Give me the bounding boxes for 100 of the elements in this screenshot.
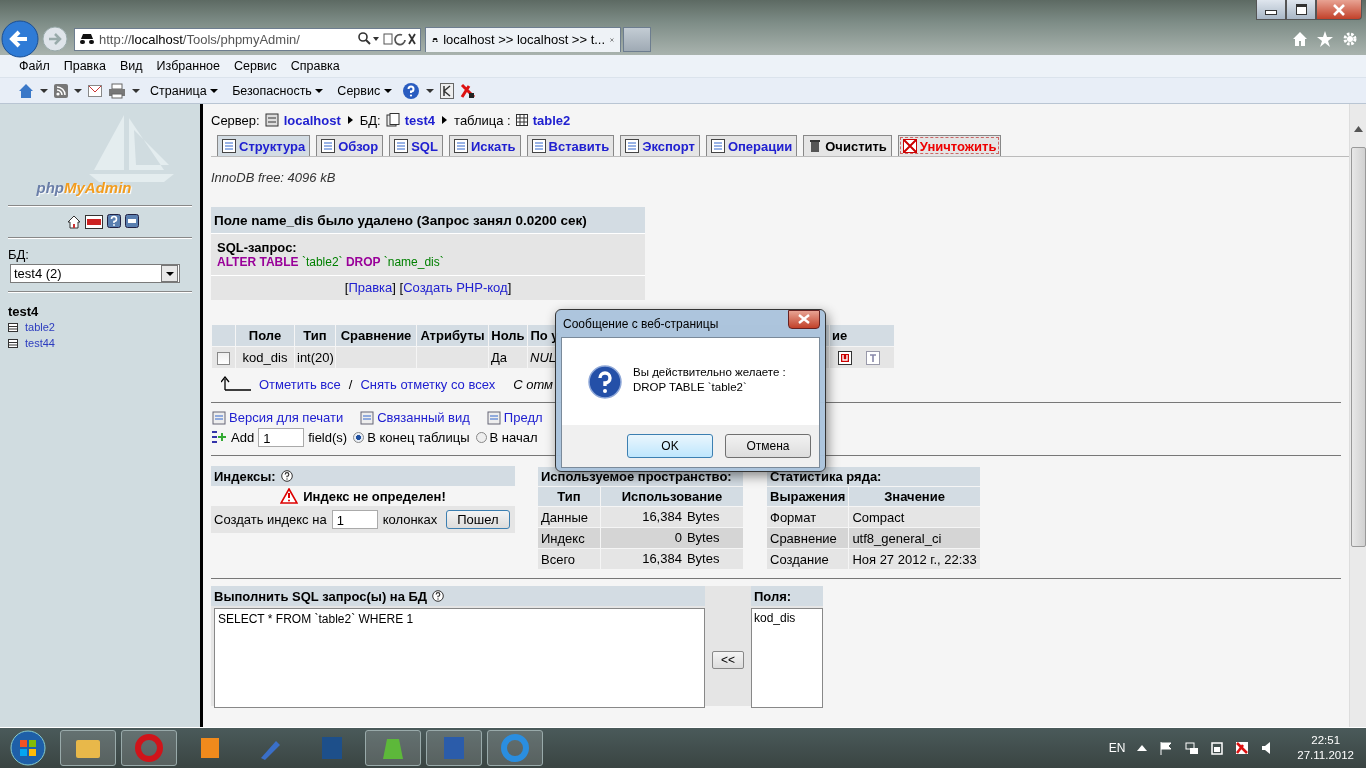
tab[interactable]: SQL — [389, 135, 443, 156]
caret-icon[interactable] — [74, 88, 82, 93]
help-icon[interactable] — [432, 590, 445, 602]
check-all-link[interactable]: Отметить все — [259, 376, 341, 392]
clock-date[interactable]: 27.11.2012 — [1297, 748, 1354, 763]
address-controls-icon[interactable] — [358, 32, 416, 46]
sql-help-icon[interactable] — [124, 214, 139, 230]
address-field[interactable]: http://localhost/Tools/phpmyAdmin/ — [74, 27, 421, 51]
minimize-button[interactable] — [1256, 0, 1286, 20]
settings-icon[interactable] — [1342, 31, 1358, 47]
radio-label[interactable]: В конец таблицы — [367, 429, 470, 445]
table-icon[interactable] — [8, 338, 18, 348]
scrollbar[interactable] — [1349, 104, 1366, 727]
scroll-up-icon[interactable] — [1353, 126, 1363, 132]
radio-button[interactable] — [353, 431, 365, 443]
insert-button[interactable]: << — [712, 651, 744, 669]
mail-icon[interactable] — [88, 84, 102, 97]
page-icon — [211, 410, 227, 425]
tab[interactable]: Искать — [448, 135, 521, 156]
table-link[interactable]: table2 — [25, 321, 55, 333]
menu-item[interactable]: Справка — [283, 59, 347, 73]
rss-icon[interactable] — [54, 83, 68, 98]
close-button[interactable] — [788, 309, 820, 329]
network-icon[interactable] — [1185, 741, 1200, 755]
menu-item[interactable]: Сервис — [226, 59, 284, 73]
radio-label[interactable]: В начал — [489, 429, 538, 445]
sql-textarea[interactable]: SELECT * FROM `table2` WHERE 1 — [214, 608, 705, 708]
tab[interactable]: Структура — [217, 135, 311, 156]
table-icon[interactable] — [8, 322, 18, 332]
table-link[interactable]: table2 — [532, 112, 571, 128]
uncheck-all-link[interactable]: Снять отметку со всех — [360, 376, 496, 392]
start-button[interactable] — [8, 728, 48, 768]
table-cell: Индекс — [538, 528, 600, 548]
page-link[interactable]: Версия для печати — [229, 410, 344, 425]
command-menu[interactable]: Страница — [146, 83, 223, 98]
new-tab-button[interactable] — [623, 26, 651, 52]
caret-icon[interactable] — [132, 88, 140, 93]
fields-list[interactable]: kod_dis — [751, 608, 823, 708]
page-link[interactable]: Связанный вид — [377, 410, 470, 425]
shield-icon[interactable] — [1235, 741, 1250, 755]
unique-icon[interactable] — [838, 350, 852, 365]
dialog-button[interactable]: Отмена — [725, 434, 811, 458]
language-indicator[interactable]: EN — [1108, 741, 1126, 755]
maximize-button[interactable] — [1286, 0, 1316, 20]
taskbar-app[interactable] — [121, 730, 177, 766]
menu-item[interactable]: Вид — [112, 59, 150, 73]
action-link[interactable]: Создать PHP-код — [403, 280, 508, 295]
dialog-button[interactable]: OK — [627, 434, 713, 458]
taskbar-app[interactable] — [426, 730, 482, 766]
size-unit: Bytes — [686, 509, 720, 525]
menu-item[interactable]: Файл — [12, 59, 57, 73]
server-link[interactable]: localhost — [283, 112, 341, 128]
menu-item[interactable]: Избранное — [149, 59, 227, 73]
command-menu[interactable]: Сервис — [333, 83, 396, 98]
command-menu[interactable]: Безопасность — [228, 83, 328, 98]
database-select[interactable]: test4 (2) — [10, 264, 180, 283]
fulltext-icon[interactable] — [866, 350, 880, 365]
taskbar-app[interactable] — [365, 730, 421, 766]
field-count-input[interactable]: 1 — [258, 427, 305, 447]
tab[interactable]: Операции — [705, 135, 798, 156]
clock-time[interactable]: 22:51 — [1311, 733, 1341, 748]
caret-icon[interactable] — [425, 88, 434, 93]
menu-item[interactable]: Правка — [56, 59, 113, 73]
caret-icon[interactable] — [40, 88, 48, 93]
taskbar-app[interactable] — [487, 730, 543, 766]
back-button[interactable] — [1, 20, 39, 58]
tab[interactable]: Очистить — [803, 135, 892, 156]
browser-tab[interactable]: localhost >> localhost >> t... — [425, 26, 621, 52]
create-index-label: Создать индекс на — [214, 512, 327, 527]
close-button[interactable] — [1316, 0, 1362, 20]
page-link[interactable]: Предл — [503, 410, 543, 425]
sql-window-icon[interactable] — [84, 215, 103, 229]
database-link[interactable]: test4 — [404, 112, 436, 128]
scroll-thumb[interactable] — [1350, 147, 1366, 547]
database-name[interactable]: test4 — [8, 304, 192, 319]
battery-icon[interactable] — [1211, 741, 1224, 755]
column-count-input[interactable]: 1 — [331, 510, 378, 529]
help-icon[interactable] — [280, 470, 293, 482]
list-item[interactable]: kod_dis — [754, 611, 820, 625]
sql-query: ALTER TABLE `table2` DROP `name_dis` — [217, 255, 445, 269]
page-icon — [485, 410, 502, 425]
home-icon[interactable] — [66, 215, 81, 229]
tab[interactable]: Экспорт — [620, 135, 700, 156]
radio-button[interactable] — [475, 431, 487, 443]
flag-icon[interactable] — [1159, 741, 1174, 755]
tab[interactable]: Вставить — [526, 135, 615, 156]
go-button[interactable]: Пошел — [446, 510, 510, 529]
checkbox[interactable] — [217, 352, 230, 366]
taskbar-app[interactable] — [60, 730, 116, 766]
printer-icon[interactable] — [108, 82, 126, 99]
help-icon[interactable] — [106, 214, 121, 230]
blocked-icon[interactable] — [459, 82, 476, 99]
tab[interactable]: Обзор — [316, 135, 384, 156]
tray-arrow-icon[interactable] — [1137, 745, 1148, 751]
tab[interactable]: Уничтожить — [897, 135, 1002, 156]
help-icon[interactable] — [401, 81, 420, 100]
forward-button[interactable] — [42, 26, 68, 52]
table-link[interactable]: test44 — [25, 337, 55, 349]
star-icon[interactable] — [1317, 31, 1333, 47]
k-key-icon[interactable] — [439, 82, 454, 99]
